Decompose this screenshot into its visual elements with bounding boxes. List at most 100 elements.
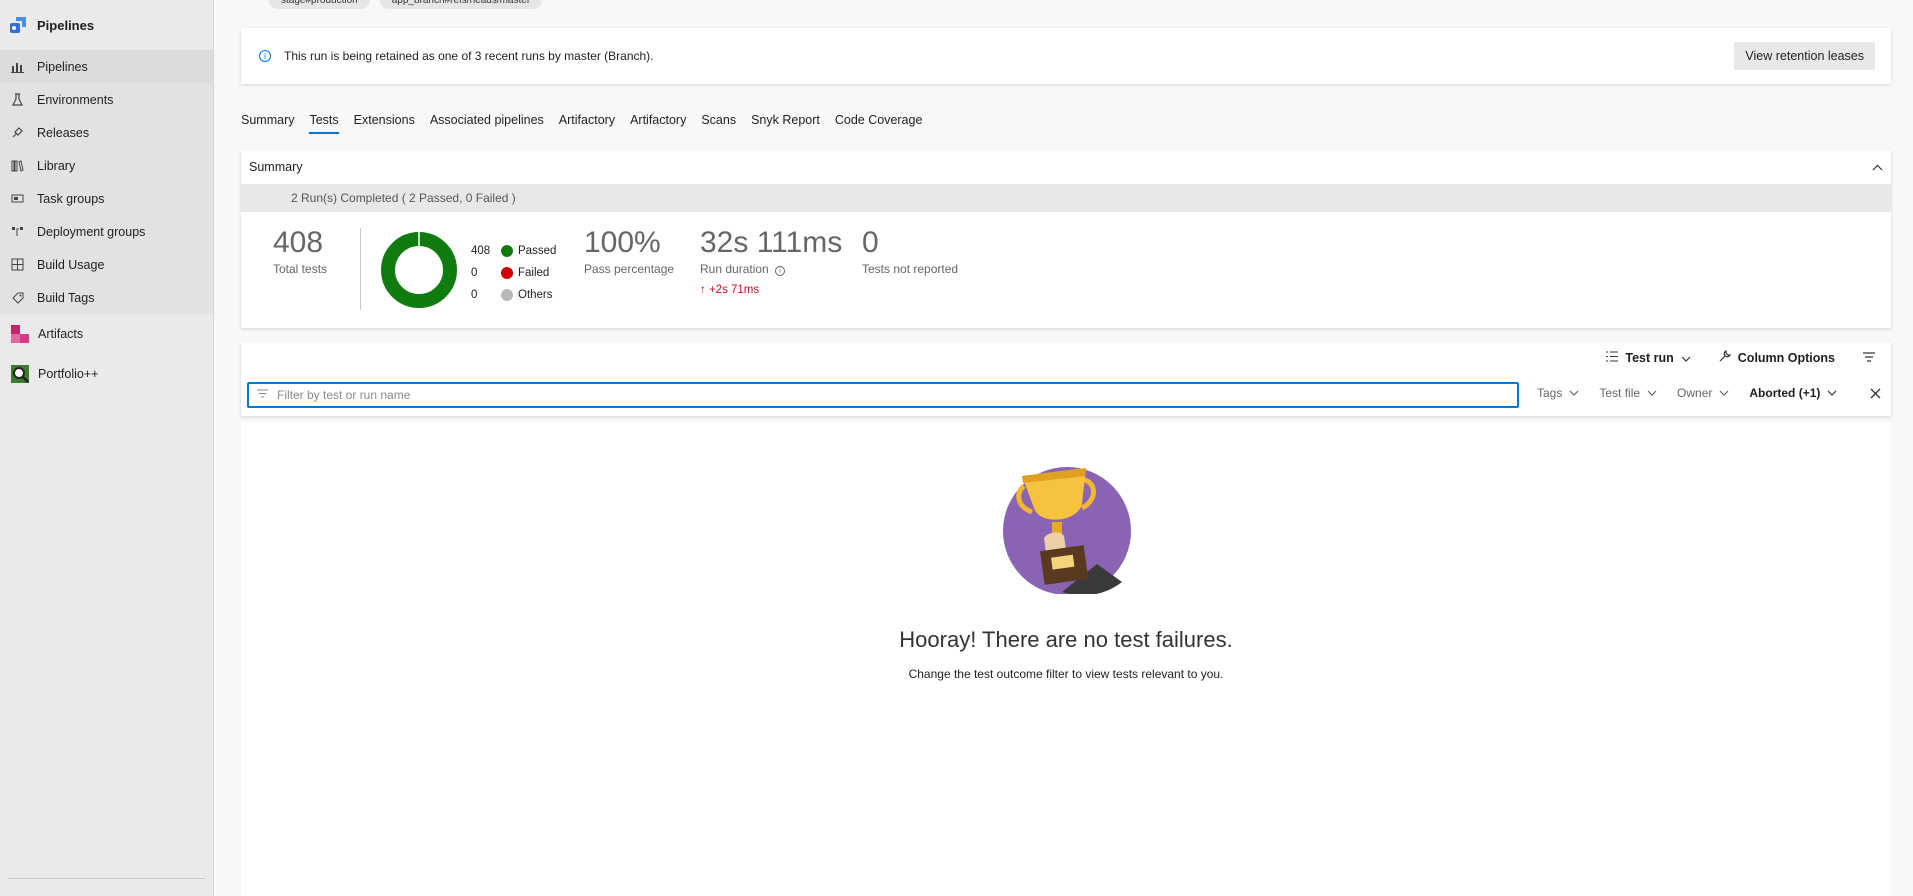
retention-banner: i This run is being retained as one of 3…	[241, 28, 1891, 84]
summary-title: Summary	[249, 160, 303, 174]
filter-dropdowns: Tags Test file Owner Aborted (+1)	[1537, 386, 1881, 400]
owner-filter-dropdown[interactable]: Owner	[1677, 386, 1729, 400]
sidebar-item-label: Build Tags	[37, 290, 95, 305]
donut-passed-segment	[381, 232, 457, 308]
tab-artifactory-2[interactable]: Artifactory	[630, 108, 686, 134]
sidebar-header-label: Pipelines	[37, 17, 95, 33]
sidebar-item-label: Build Usage	[37, 257, 105, 272]
chevron-down-icon	[1569, 390, 1579, 396]
pass-percentage-label: Pass percentage	[584, 262, 675, 276]
tags-filter-dropdown[interactable]: Tags	[1537, 386, 1579, 400]
column-options-label: Column Options	[1737, 350, 1835, 365]
column-options-button[interactable]: Column Options	[1719, 350, 1835, 365]
tab-code-coverage[interactable]: Code Coverage	[835, 108, 923, 134]
info-icon[interactable]: i	[775, 266, 786, 276]
legend-passed: 408 Passed	[471, 240, 556, 262]
sidebar-item-label: Library	[37, 158, 76, 173]
tab-snyk-report[interactable]: Snyk Report	[751, 108, 820, 134]
legend-label: Passed	[518, 245, 557, 257]
tab-tests[interactable]: Tests	[309, 108, 339, 134]
releases-icon	[10, 126, 24, 140]
owner-filter-label: Owner	[1677, 386, 1713, 400]
tab-associated-pipelines[interactable]: Associated pipelines	[430, 108, 544, 134]
tab-summary[interactable]: Summary	[241, 108, 294, 134]
main-content: stage#production app_branch#refs/heads/m…	[241, 0, 1891, 896]
test-filter-input-box	[247, 382, 1519, 408]
sidebar-item-releases[interactable]: Releases	[0, 116, 213, 149]
tab-scans[interactable]: Scans	[701, 108, 736, 134]
filter-toggle-button[interactable]	[1863, 351, 1875, 365]
chevron-up-icon[interactable]	[1872, 160, 1883, 174]
info-icon: i	[259, 50, 271, 62]
others-dot-icon	[501, 289, 513, 301]
tab-artifactory[interactable]: Artifactory	[559, 108, 615, 134]
portfolio-icon	[10, 364, 30, 384]
metric-divider	[360, 228, 361, 310]
passed-dot-icon	[501, 245, 513, 257]
wrench-icon	[1719, 350, 1731, 365]
chevron-down-icon	[1719, 390, 1729, 396]
run-duration-value: 32s 111ms	[700, 226, 843, 259]
not-reported-value: 0	[862, 226, 879, 259]
deployment-groups-icon	[10, 225, 24, 239]
pipelines-icon	[10, 60, 24, 74]
chevron-down-icon	[1647, 390, 1657, 396]
sidebar-item-build-usage[interactable]: Build Usage	[0, 248, 213, 281]
chevron-down-icon	[1827, 390, 1837, 396]
view-retention-leases-button[interactable]: View retention leases	[1734, 42, 1875, 70]
sidebar-item-task-groups[interactable]: Task groups	[0, 182, 213, 215]
tag-pill[interactable]: app_branch#refs/heads/master	[379, 0, 543, 9]
total-tests-label: Total tests	[273, 262, 328, 276]
sidebar-item-pipelines[interactable]: Pipelines	[0, 50, 213, 83]
legend-others: 0 Others	[471, 284, 556, 306]
outcome-filter-dropdown[interactable]: Aborted (+1)	[1749, 386, 1837, 400]
not-reported-metric: 0 Tests not reported	[862, 226, 958, 276]
sidebar: Pipelines Pipelines Environments Release…	[0, 0, 214, 896]
sidebar-item-library[interactable]: Library	[0, 149, 213, 182]
legend-count: 0	[471, 289, 478, 301]
build-tags-icon	[10, 291, 24, 305]
arrow-up-icon: ↑	[700, 284, 706, 296]
outcome-filter-label: Aborted (+1)	[1749, 386, 1821, 400]
artifacts-icon	[10, 324, 30, 344]
library-icon	[10, 159, 24, 173]
total-tests-value: 408	[273, 226, 324, 259]
pipelines-logo-icon	[10, 17, 26, 33]
sidebar-header[interactable]: Pipelines	[0, 0, 213, 50]
tab-extensions[interactable]: Extensions	[354, 108, 415, 134]
sidebar-item-label: Releases	[37, 125, 90, 140]
run-duration-delta: ↑ +2s 71ms	[700, 284, 842, 296]
runs-completed-text: 2 Run(s) Completed ( 2 Passed, 0 Failed …	[291, 191, 516, 205]
clear-filters-close-icon[interactable]	[1870, 386, 1881, 402]
list-icon	[1606, 351, 1619, 365]
legend-label: Others	[518, 289, 553, 301]
sidebar-item-label: Pipelines	[37, 59, 88, 74]
pass-percentage-metric: 100% Pass percentage	[584, 226, 674, 276]
test-run-grouping-dropdown[interactable]: Test run	[1606, 350, 1691, 365]
not-reported-label: Tests not reported	[862, 262, 959, 276]
tag-pill[interactable]: stage#production	[269, 0, 370, 9]
runs-completed-bar: 2 Run(s) Completed ( 2 Passed, 0 Failed …	[241, 184, 1891, 212]
results-toolbar: Test run Column Options	[1606, 350, 1875, 365]
sidebar-item-deployment-groups[interactable]: Deployment groups	[0, 215, 213, 248]
test-run-label: Test run	[1625, 350, 1674, 365]
legend-label: Failed	[518, 267, 550, 279]
empty-state-subtitle: Change the test outcome filter to view t…	[908, 667, 1224, 681]
sidebar-item-label: Environments	[37, 92, 114, 107]
test-file-filter-dropdown[interactable]: Test file	[1599, 386, 1657, 400]
summary-header[interactable]: Summary	[241, 150, 1891, 184]
filter-icon	[1863, 351, 1875, 365]
outcome-donut-chart	[381, 232, 457, 308]
sidebar-item-environments[interactable]: Environments	[0, 83, 213, 116]
tags-filter-label: Tags	[1537, 386, 1563, 400]
filter-panel: Test run Column Options Filter by test o…	[241, 342, 1891, 416]
sidebar-item-label: Artifacts	[38, 327, 84, 341]
run-tags: stage#production app_branch#refs/heads/m…	[269, 0, 543, 9]
chevron-down-icon	[1681, 351, 1691, 365]
test-filter-input[interactable]	[277, 388, 1477, 402]
sidebar-item-build-tags[interactable]: Build Tags	[0, 281, 213, 314]
sidebar-footer	[8, 878, 205, 896]
sidebar-item-artifacts[interactable]: Artifacts	[0, 314, 213, 354]
trophy-icon	[1003, 467, 1131, 594]
sidebar-item-portfolio[interactable]: Portfolio++	[0, 354, 213, 394]
